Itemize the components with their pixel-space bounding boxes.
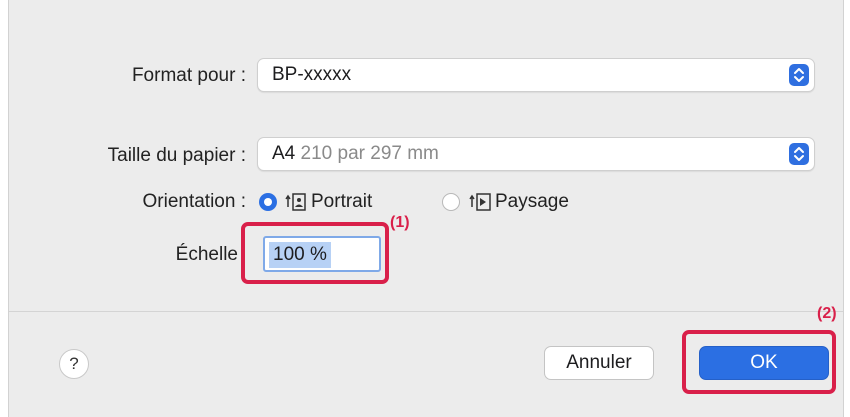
highlight-scale-frame — [241, 222, 389, 284]
portrait-radio[interactable] — [259, 193, 277, 211]
format-stepper-icon — [789, 64, 809, 86]
portrait-label[interactable]: Portrait — [311, 191, 372, 213]
landscape-radio[interactable] — [442, 193, 460, 211]
landscape-orientation-icon — [468, 191, 492, 218]
format-label: Format pour : — [131, 65, 246, 86]
paper-size-name: A4 — [272, 143, 296, 164]
orientation-label: Orientation : — [142, 191, 247, 212]
format-popup[interactable]: BP-xxxxx — [257, 58, 815, 92]
format-value: BP-xxxxx — [272, 64, 352, 85]
paper-size-popup[interactable]: A4 210 par 297 mm — [257, 137, 815, 171]
paper-size-label: Taille du papier : — [107, 145, 246, 166]
paper-size-dimensions: 210 par 297 mm — [300, 143, 439, 164]
paper-size-value: A4 210 par 297 mm — [272, 143, 439, 165]
cancel-button[interactable]: Annuler — [544, 346, 654, 380]
callout-1: (1) — [390, 214, 410, 231]
divider — [9, 311, 843, 312]
help-button[interactable]: ? — [59, 349, 89, 379]
landscape-label[interactable]: Paysage — [495, 191, 569, 213]
scale-label: Échelle — [175, 244, 238, 265]
callout-2: (2) — [817, 305, 837, 322]
page-setup-dialog: Format pour : BP-xxxxx Taille du papier … — [8, 0, 844, 417]
portrait-orientation-icon — [284, 191, 308, 218]
paper-stepper-icon — [789, 143, 809, 165]
highlight-ok-frame — [682, 330, 836, 394]
